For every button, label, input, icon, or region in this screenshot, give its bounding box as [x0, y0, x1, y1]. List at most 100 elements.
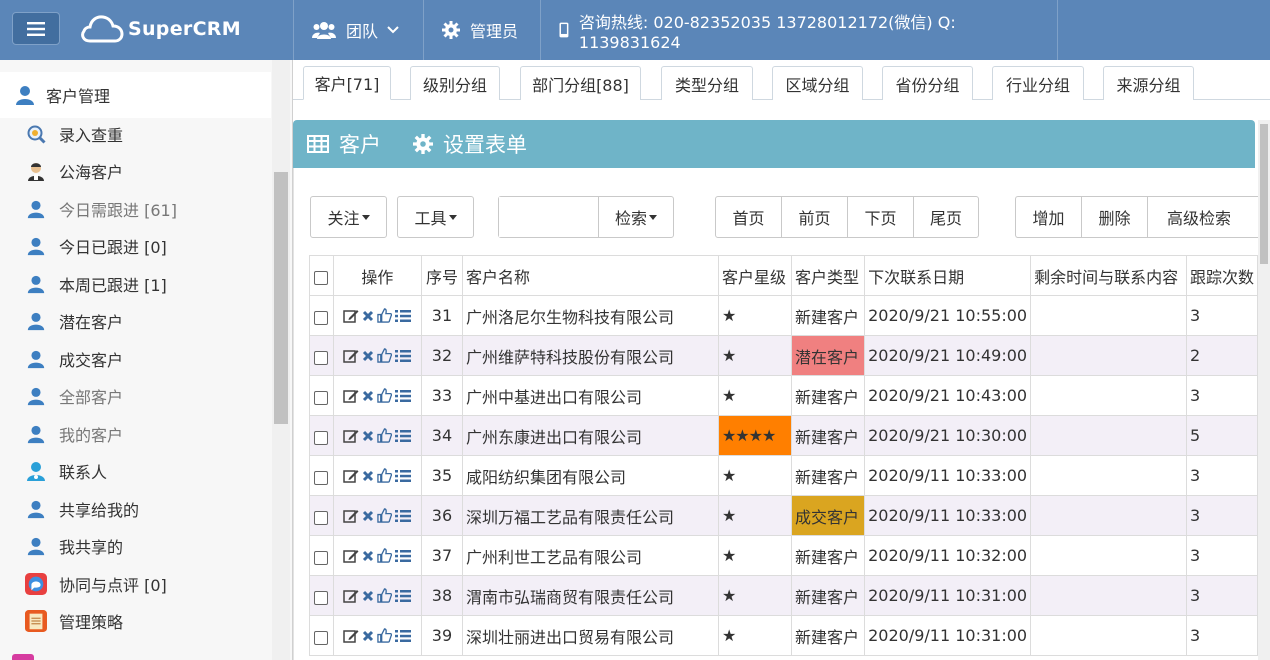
sidebar-item-12[interactable]: 我共享的 — [0, 528, 271, 565]
list-icon[interactable] — [395, 389, 412, 403]
column-header-no[interactable]: 序号 — [420, 255, 464, 296]
cell-name[interactable]: 广州利世工艺品有限公司 — [462, 535, 719, 576]
cell-name[interactable]: 广州中基进出口有限公司 — [462, 375, 719, 416]
edit-icon[interactable] — [343, 629, 359, 643]
delete-icon[interactable] — [362, 390, 374, 402]
menu-toggle-button[interactable] — [12, 12, 60, 45]
delete-icon[interactable] — [362, 430, 374, 442]
tab-1[interactable]: 客户[71] — [303, 66, 391, 100]
first-page-button[interactable]: 首页 — [716, 197, 782, 237]
table-row[interactable]: 32 广州维萨特科技股份有限公司 ★ 潜在客户 2020/9/21 10:49:00 2 — [309, 335, 1258, 376]
tab-4[interactable]: 类型分组 — [661, 66, 753, 100]
sidebar-item-2[interactable]: 公海客户 — [0, 153, 271, 190]
delete-icon[interactable] — [362, 310, 374, 322]
table-row[interactable]: 35 咸阳纺织集团有限公司 ★ 新建客户 2020/9/11 10:33:00 3 — [309, 455, 1258, 496]
select-all-checkbox[interactable] — [314, 271, 329, 286]
sidebar-item-5[interactable]: 本周已跟进 [1] — [0, 265, 271, 302]
thumbs-up-icon[interactable] — [377, 588, 393, 603]
row-checkbox[interactable] — [314, 431, 329, 446]
delete-icon[interactable] — [362, 630, 374, 642]
edit-icon[interactable] — [343, 549, 359, 563]
row-checkbox[interactable] — [314, 631, 329, 646]
sidebar-item-13[interactable]: 协同与点评 [0] — [0, 565, 271, 602]
cell-name[interactable]: 深圳壮丽进出口贸易有限公司 — [462, 615, 719, 656]
cell-name[interactable]: 广州东康进出口有限公司 — [462, 415, 719, 456]
sidebar-item-10[interactable]: 联系人 — [0, 453, 271, 490]
sidebar-item-11[interactable]: 共享给我的 — [0, 490, 271, 527]
sidebar-item-9[interactable]: 我的客户 — [0, 415, 271, 452]
list-icon[interactable] — [395, 509, 412, 523]
delete-icon[interactable] — [362, 470, 374, 482]
column-header-follow-count[interactable]: 跟踪次数 — [1185, 255, 1258, 296]
thumbs-up-icon[interactable] — [377, 348, 393, 363]
thumbs-up-icon[interactable] — [377, 468, 393, 483]
thumbs-up-icon[interactable] — [377, 428, 393, 443]
edit-icon[interactable] — [343, 509, 359, 523]
admin-menu[interactable]: 管理员 — [423, 0, 540, 60]
row-checkbox[interactable] — [314, 551, 329, 566]
column-header-remaining[interactable]: 剩余时间与联系内容 — [1030, 255, 1187, 296]
cell-name[interactable]: 咸阳纺织集团有限公司 — [462, 455, 719, 496]
edit-icon[interactable] — [343, 429, 359, 443]
tools-dropdown-button[interactable]: 工具 — [397, 196, 474, 238]
edit-icon[interactable] — [343, 469, 359, 483]
table-row[interactable]: 37 广州利世工艺品有限公司 ★ 新建客户 2020/9/11 10:32:00 3 — [309, 535, 1258, 576]
advanced-search-button[interactable]: 高级检索 — [1148, 197, 1250, 237]
cell-name[interactable]: 渭南市弘瑞商贸有限责任公司 — [462, 575, 719, 616]
page-scrollbar[interactable] — [1258, 120, 1270, 660]
row-checkbox[interactable] — [314, 511, 329, 526]
delete-icon[interactable] — [362, 550, 374, 562]
follow-dropdown-button[interactable]: 关注 — [310, 196, 387, 238]
sidebar-item-1[interactable]: 录入查重 — [0, 115, 271, 152]
cell-name[interactable]: 广州洛尼尔生物科技有限公司 — [462, 295, 719, 336]
add-button[interactable]: 增加 — [1016, 197, 1082, 237]
thumbs-up-icon[interactable] — [377, 508, 393, 523]
thumbs-up-icon[interactable] — [377, 388, 393, 403]
last-page-button[interactable]: 尾页 — [914, 197, 978, 237]
delete-icon[interactable] — [362, 510, 374, 522]
list-icon[interactable] — [395, 549, 412, 563]
row-checkbox[interactable] — [314, 351, 329, 366]
sidebar-scroll-thumb[interactable] — [274, 172, 288, 424]
edit-icon[interactable] — [343, 309, 359, 323]
next-page-button[interactable]: 下页 — [848, 197, 914, 237]
delete-icon[interactable] — [362, 350, 374, 362]
list-icon[interactable] — [395, 349, 412, 363]
cell-name[interactable]: 深圳万福工艺品有限责任公司 — [462, 495, 719, 536]
row-checkbox[interactable] — [314, 311, 329, 326]
sidebar-item-8[interactable]: 全部客户 — [0, 378, 271, 415]
list-icon[interactable] — [395, 309, 412, 323]
row-checkbox[interactable] — [314, 591, 329, 606]
edit-icon[interactable] — [343, 589, 359, 603]
delete-icon[interactable] — [362, 590, 374, 602]
tab-6[interactable]: 省份分组 — [882, 66, 973, 100]
table-row[interactable]: 34 广州东康进出口有限公司 ★★★★ 新建客户 2020/9/21 10:30:00 5 — [309, 415, 1258, 456]
row-checkbox[interactable] — [314, 471, 329, 486]
table-row[interactable]: 31 广州洛尼尔生物科技有限公司 ★ 新建客户 2020/9/21 10:55:00 3 — [309, 295, 1258, 336]
delete-button[interactable]: 删除 — [1082, 197, 1148, 237]
tab-7[interactable]: 行业分组 — [992, 66, 1084, 100]
search-dropdown-button[interactable]: 检索 — [599, 197, 673, 237]
sidebar-item-14[interactable]: 管理策略 — [0, 603, 271, 640]
tab-3[interactable]: 部门分组[88] — [520, 66, 641, 100]
sidebar-item-4[interactable]: 今日已跟进 [0] — [0, 228, 271, 265]
table-row[interactable]: 36 深圳万福工艺品有限责任公司 ★ 成交客户 2020/9/11 10:33:00 3 — [309, 495, 1258, 536]
edit-icon[interactable] — [343, 349, 359, 363]
column-header-type[interactable]: 客户类型 — [791, 255, 866, 296]
settings-form-link[interactable]: 设置表单 — [413, 129, 527, 159]
thumbs-up-icon[interactable] — [377, 628, 393, 643]
tab-8[interactable]: 来源分组 — [1103, 66, 1194, 100]
column-header-stars[interactable]: 客户星级 — [717, 255, 793, 296]
search-input[interactable] — [499, 197, 599, 237]
sidebar-section-customer-management[interactable]: 客户管理 — [0, 72, 271, 118]
column-header-name[interactable]: 客户名称 — [462, 255, 719, 296]
row-checkbox[interactable] — [314, 391, 329, 406]
prev-page-button[interactable]: 前页 — [782, 197, 848, 237]
thumbs-up-icon[interactable] — [377, 308, 393, 323]
list-icon[interactable] — [395, 429, 412, 443]
column-header-next-contact[interactable]: 下次联系日期 — [864, 255, 1032, 296]
sidebar-item-6[interactable]: 潜在客户 — [0, 303, 271, 340]
edit-icon[interactable] — [343, 389, 359, 403]
sidebar-item-7[interactable]: 成交客户 — [0, 340, 271, 377]
thumbs-up-icon[interactable] — [377, 548, 393, 563]
